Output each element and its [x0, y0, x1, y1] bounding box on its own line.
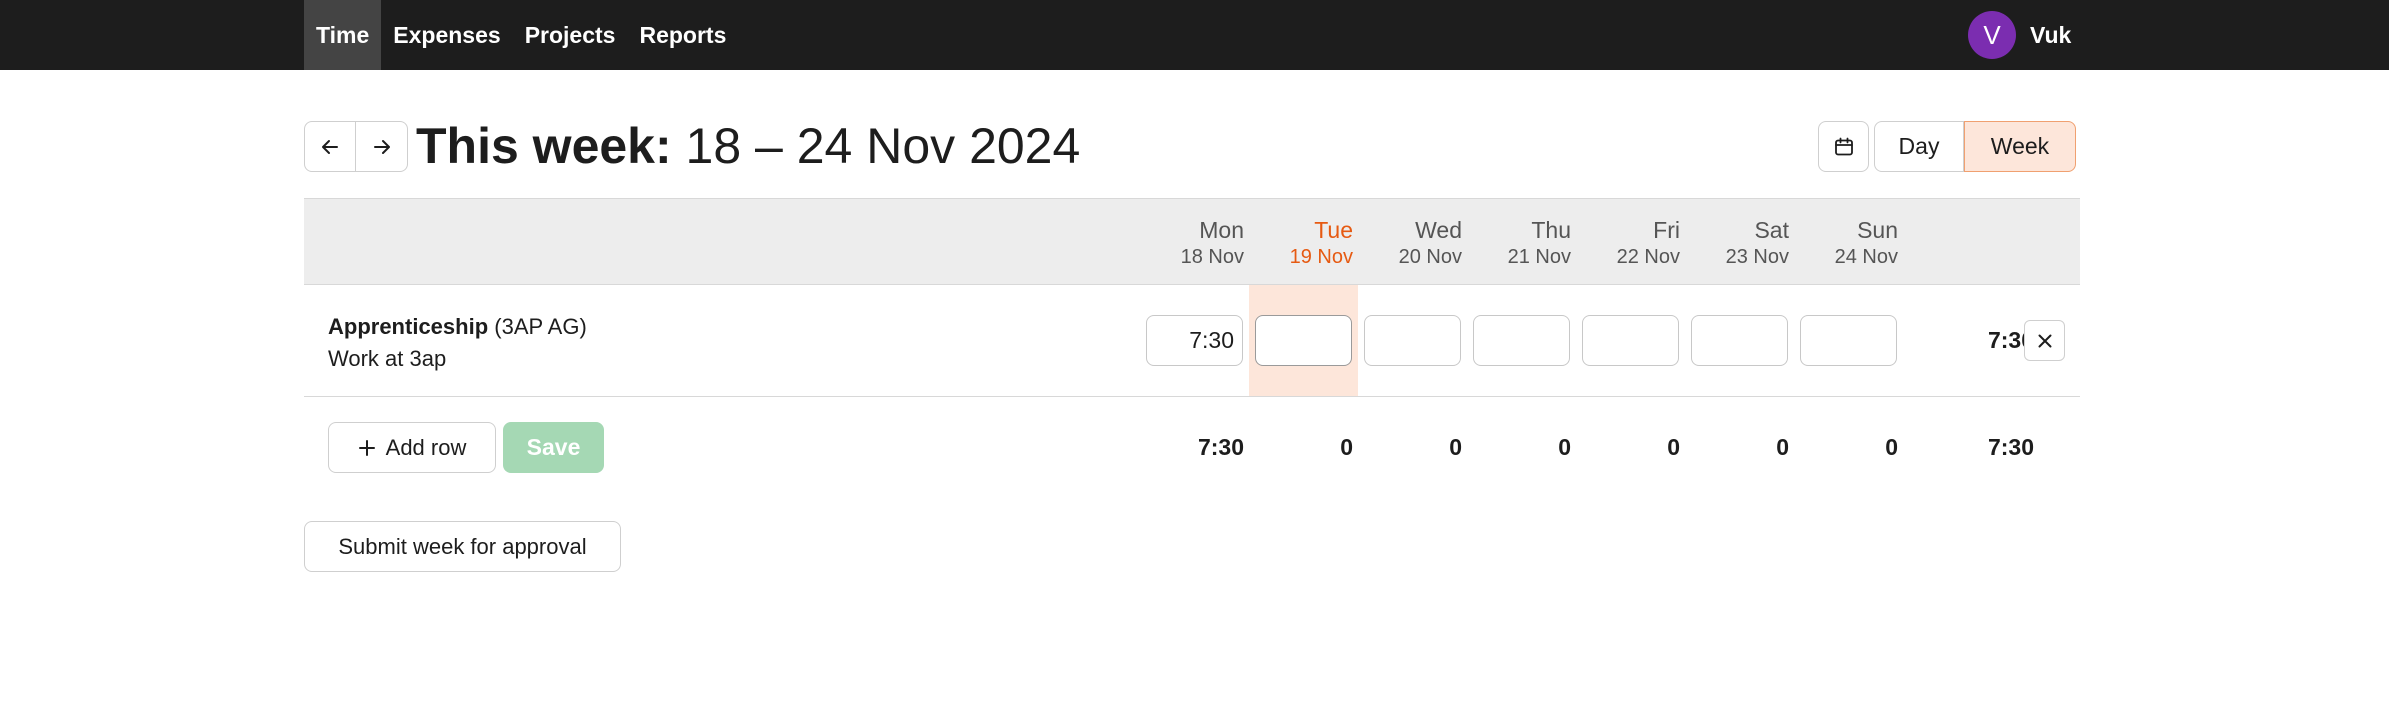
day-name: Mon: [1199, 216, 1244, 243]
day-total-sat: 0: [1776, 434, 1789, 460]
day-name: Fri: [1653, 216, 1680, 243]
page-title: This week: 18 – 24 Nov 2024: [416, 116, 1080, 176]
main-nav: Time Expenses Projects Reports: [304, 0, 738, 70]
day-header-wed: Wed 20 Nov: [1363, 199, 1472, 286]
day-name: Sat: [1754, 216, 1789, 243]
calendar-icon: [1834, 137, 1853, 155]
add-row-button[interactable]: Add row: [328, 422, 496, 473]
day-total-thu: 0: [1558, 434, 1571, 460]
day-name: Thu: [1531, 216, 1571, 243]
arrow-right-icon: [373, 139, 390, 154]
task-name: Work at 3ap: [328, 346, 447, 371]
day-date: 22 Nov: [1616, 245, 1680, 268]
day-total-sun: 0: [1885, 434, 1898, 460]
hours-input-thu[interactable]: [1473, 315, 1570, 366]
day-date: 24 Nov: [1834, 245, 1898, 268]
user-name[interactable]: Vuk: [2030, 22, 2071, 49]
timesheet-header: Mon 18 Nov Tue 19 Nov Wed 20 Nov Thu 21 …: [304, 198, 2080, 285]
view-toggle: Day Week: [1874, 121, 2076, 172]
hours-input-sat[interactable]: [1691, 315, 1788, 366]
day-name: Wed: [1415, 216, 1462, 243]
add-row-label: Add row: [385, 434, 467, 460]
nav-item-projects[interactable]: Projects: [513, 0, 628, 70]
day-date: 20 Nov: [1398, 245, 1462, 268]
week-navigation: [304, 121, 408, 172]
avatar[interactable]: V: [1968, 11, 2016, 59]
grand-total: 7:30: [1987, 434, 2034, 460]
day-header-thu: Thu 21 Nov: [1472, 199, 1581, 286]
save-button[interactable]: Save: [503, 422, 604, 473]
day-header-tue: Tue 19 Nov: [1254, 199, 1363, 286]
view-week-button[interactable]: Week: [1964, 121, 2076, 172]
plus-icon: [358, 439, 375, 456]
submit-week-button[interactable]: Submit week for approval: [304, 521, 621, 572]
day-date: 21 Nov: [1507, 245, 1571, 268]
day-date: 23 Nov: [1725, 245, 1789, 268]
hours-input-fri[interactable]: [1582, 315, 1679, 366]
day-total-tue: 0: [1340, 434, 1353, 460]
day-header-fri: Fri 22 Nov: [1581, 199, 1690, 286]
day-name: Tue: [1314, 216, 1353, 243]
day-total-fri: 0: [1667, 434, 1680, 460]
hours-input-mon[interactable]: [1146, 315, 1243, 366]
hours-input-tue[interactable]: [1255, 315, 1352, 366]
day-name: Sun: [1857, 216, 1898, 243]
day-date: 19 Nov: [1289, 245, 1353, 268]
day-header-mon: Mon 18 Nov: [1145, 199, 1254, 286]
previous-week-button[interactable]: [304, 121, 356, 172]
day-header-sat: Sat 23 Nov: [1690, 199, 1799, 286]
nav-item-reports[interactable]: Reports: [627, 0, 738, 70]
day-total-wed: 0: [1449, 434, 1462, 460]
remove-row-button[interactable]: [2024, 320, 2065, 361]
page-title-range: 18 – 24 Nov 2024: [685, 118, 1081, 174]
arrow-left-icon: [322, 139, 338, 154]
project-name: Apprenticeship: [328, 314, 489, 339]
hours-input-wed[interactable]: [1364, 315, 1461, 366]
nav-item-time[interactable]: Time: [304, 0, 382, 70]
user-menu[interactable]: V Vuk: [1968, 10, 2071, 60]
view-day-button[interactable]: Day: [1874, 121, 1964, 172]
top-navigation-bar: Time Expenses Projects Reports V Vuk: [0, 0, 2389, 70]
table-row: Apprenticeship (3AP AG) Work at 3ap 7:30: [304, 285, 2080, 397]
calendar-button[interactable]: [1818, 121, 1869, 172]
day-date: 18 Nov: [1180, 245, 1244, 268]
day-header-sun: Sun 24 Nov: [1799, 199, 1908, 286]
next-week-button[interactable]: [356, 121, 408, 172]
day-total-mon: 7:30: [1197, 434, 1244, 460]
project-info: Apprenticeship (3AP AG) Work at 3ap: [328, 311, 587, 375]
page-title-lead: This week:: [416, 118, 672, 174]
nav-item-expenses[interactable]: Expenses: [381, 0, 512, 70]
project-line: Apprenticeship (3AP AG): [328, 311, 587, 343]
client-name: (3AP AG): [494, 314, 587, 339]
close-icon: [2038, 334, 2051, 347]
hours-input-sun[interactable]: [1800, 315, 1897, 366]
